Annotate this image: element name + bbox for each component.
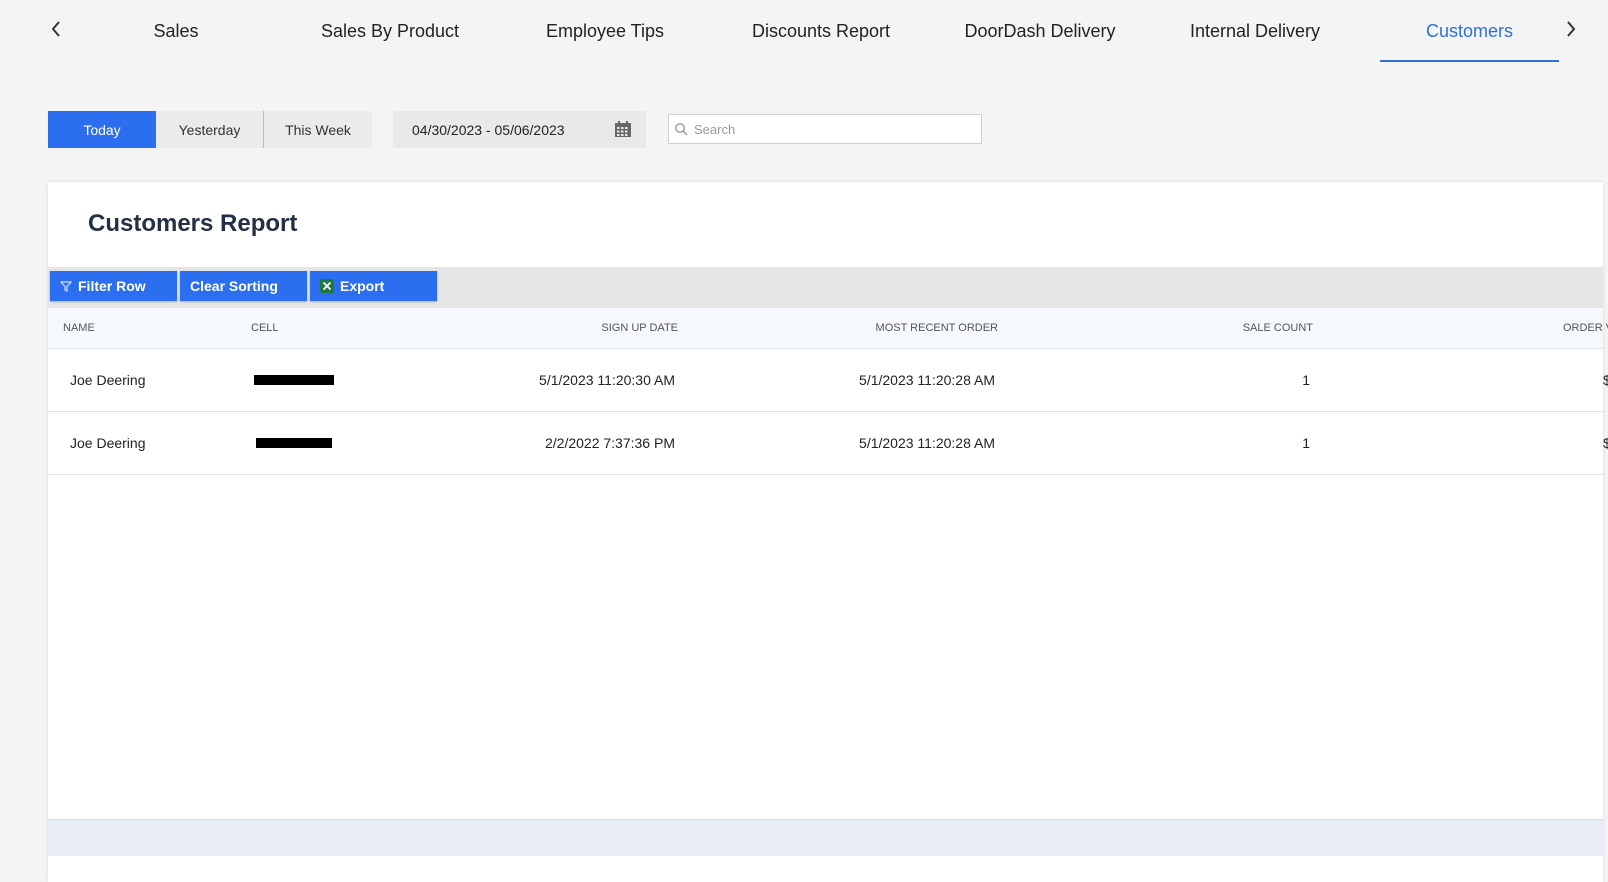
cell-phone-redacted: [254, 349, 334, 411]
date-range-picker[interactable]: 04/30/2023 - 05/06/2023: [393, 111, 646, 148]
today-button[interactable]: Today: [48, 111, 156, 148]
tab-customers[interactable]: Customers: [1380, 0, 1559, 62]
tab-doordash-delivery[interactable]: DoorDash Delivery: [955, 0, 1125, 62]
cell-sale-count: 1: [1302, 372, 1310, 388]
search-input[interactable]: [692, 120, 966, 138]
report-tabs: Sales Sales By Product Employee Tips Dis…: [0, 0, 1608, 62]
cell-order-value: $5.46: [1602, 372, 1608, 388]
tab-internal-delivery[interactable]: Internal Delivery: [1175, 0, 1335, 62]
calendar-icon[interactable]: [614, 120, 632, 138]
cell-sale-count: 1: [1302, 435, 1310, 451]
filter-row-button[interactable]: Filter Row: [50, 271, 177, 301]
column-header-cell[interactable]: CELL: [251, 308, 279, 348]
export-label: Export: [340, 278, 385, 294]
grid-header: NAME CELL SIGN UP DATE MOST RECENT ORDER…: [48, 307, 1608, 349]
column-header-sign-up-date[interactable]: SIGN UP DATE: [468, 308, 678, 348]
cell-most-recent-order: 5/1/2023 11:20:28 AM: [859, 435, 995, 451]
column-header-name[interactable]: NAME: [63, 308, 95, 348]
tab-discounts-report[interactable]: Discounts Report: [740, 0, 902, 62]
tab-sales[interactable]: Sales: [120, 0, 232, 62]
cell-most-recent-order: 5/1/2023 11:20:28 AM: [859, 372, 995, 388]
this-week-button[interactable]: This Week: [264, 111, 372, 148]
cell-sign-up-date: 2/2/2022 7:37:36 PM: [545, 435, 675, 451]
yesterday-button[interactable]: Yesterday: [156, 111, 264, 148]
tab-sales-by-product[interactable]: Sales By Product: [305, 0, 475, 62]
redaction-bar: [256, 438, 332, 448]
excel-icon: [320, 279, 334, 293]
date-range-value: 04/30/2023 - 05/06/2023: [412, 121, 565, 138]
search-icon: [674, 122, 688, 136]
grid-footer: [48, 819, 1603, 856]
report-card: Customers Report Filter Row Clear Sortin…: [48, 182, 1608, 882]
customers-grid: NAME CELL SIGN UP DATE MOST RECENT ORDER…: [48, 307, 1608, 475]
cell-phone-redacted: [256, 412, 332, 474]
column-header-sale-count[interactable]: SALE COUNT: [1148, 308, 1313, 348]
export-button[interactable]: Export: [310, 271, 437, 301]
redaction-bar: [254, 375, 334, 385]
grid-toolbar: Filter Row Clear Sorting Export: [48, 267, 1603, 307]
table-row[interactable]: Joe Deering 2/2/2022 7:37:36 PM 5/1/2023…: [48, 412, 1608, 475]
clear-sorting-button[interactable]: Clear Sorting: [180, 271, 307, 301]
clear-sorting-label: Clear Sorting: [190, 278, 278, 294]
chevron-left-icon[interactable]: [44, 14, 68, 44]
table-row[interactable]: Joe Deering 5/1/2023 11:20:30 AM 5/1/202…: [48, 349, 1608, 412]
search-box: [668, 114, 982, 144]
column-header-most-recent-order[interactable]: MOST RECENT ORDER: [788, 308, 998, 348]
cell-name: Joe Deering: [70, 372, 146, 388]
tab-employee-tips[interactable]: Employee Tips: [530, 0, 680, 62]
page-title: Customers Report: [88, 210, 298, 237]
column-header-order-value[interactable]: ORDER VALUE: [1448, 308, 1608, 348]
chevron-right-icon[interactable]: [1559, 14, 1583, 44]
cell-name: Joe Deering: [70, 435, 146, 451]
filter-icon: [60, 280, 72, 292]
cell-order-value: $5.46: [1602, 435, 1608, 451]
cell-sign-up-date: 5/1/2023 11:20:30 AM: [539, 372, 675, 388]
filter-row-label: Filter Row: [78, 278, 146, 294]
